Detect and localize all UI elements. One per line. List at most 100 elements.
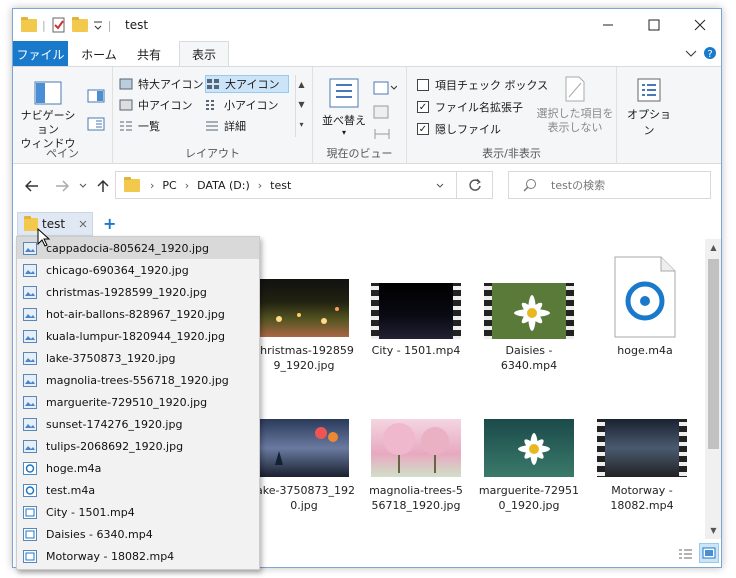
dropdown-item-label: marguerite-729510_1920.jpg — [46, 395, 208, 409]
navigation-pane-button[interactable]: ナビゲーション ウィンドウ — [17, 81, 79, 151]
maximize-icon — [648, 19, 660, 31]
layout-group: 特大アイコン 大アイコン 中アイコン 小アイコン 一覧 詳細 ▲ ▼ ▾ レイアウト — [113, 67, 313, 164]
tab-folder-icon — [24, 215, 38, 231]
large-icons-view-icon — [702, 547, 716, 559]
thumbnail-magnolia[interactable] — [371, 419, 461, 477]
item-checkboxes-checkbox[interactable] — [417, 79, 429, 91]
minimize-button[interactable] — [585, 9, 631, 41]
video-file-icon — [23, 505, 37, 519]
dropdown-item-label: City - 1501.mp4 — [46, 505, 135, 519]
item-checkboxes-toggle[interactable]: 項目チェック ボックス — [417, 77, 548, 93]
dropdown-file-item[interactable]: test.m4a — [17, 479, 259, 501]
dropdown-file-item[interactable]: christmas-1928599_1920.jpg — [17, 281, 259, 303]
dropdown-item-label: sunset-174276_1920.jpg — [46, 417, 183, 431]
size-columns-icon[interactable] — [373, 127, 397, 141]
vertical-scrollbar[interactable]: ▲ ▼ — [705, 239, 721, 539]
file-extensions-toggle[interactable]: ✓ ファイル名拡張子 — [417, 99, 523, 115]
collapse-ribbon-icon[interactable] — [685, 50, 697, 58]
add-columns-icon[interactable] — [373, 105, 397, 119]
image-file-icon — [23, 241, 37, 255]
group-by-icon[interactable] — [373, 81, 397, 95]
details-pane-icon[interactable] — [87, 117, 105, 131]
properties-icon[interactable] — [51, 17, 67, 33]
extra-large-icons-icon — [119, 78, 133, 90]
layout-large[interactable]: 大アイコン — [205, 75, 289, 93]
layout-list[interactable]: 一覧 — [119, 117, 205, 135]
address-bar[interactable]: › PC › DATA (D:) › test — [115, 171, 493, 199]
search-box[interactable]: testの検索 — [508, 171, 711, 199]
forward-arrow-icon[interactable] — [55, 180, 69, 192]
scroll-down-icon[interactable]: ▼ — [705, 526, 721, 535]
dropdown-file-item[interactable]: tulips-2068692_1920.jpg — [17, 435, 259, 457]
preview-pane-icon[interactable] — [87, 89, 105, 103]
recent-locations-icon[interactable] — [79, 183, 87, 189]
new-tab-button[interactable]: + — [103, 214, 116, 233]
back-arrow-icon[interactable] — [25, 180, 39, 192]
layout-small[interactable]: 小アイコン — [205, 96, 289, 114]
hide-selected-button[interactable]: 選択した項目を 表示しない — [535, 75, 615, 135]
file-extensions-checkbox[interactable]: ✓ — [417, 101, 429, 113]
address-dropdown-icon[interactable] — [436, 183, 444, 189]
dropdown-item-label: cappadocia-805624_1920.jpg — [46, 241, 210, 255]
layout-medium[interactable]: 中アイコン — [119, 96, 205, 114]
dropdown-file-item[interactable]: magnolia-trees-556718_1920.jpg — [17, 369, 259, 391]
title-bar: | | test — [13, 9, 721, 41]
options-button[interactable]: オプション — [623, 77, 675, 138]
tab-share[interactable]: 共有 — [129, 41, 169, 67]
thumbnail-daisies-video[interactable] — [484, 283, 574, 339]
pane-group-label: ペイン — [46, 147, 79, 160]
dropdown-file-item[interactable]: Motorway - 18082.mp4 — [17, 545, 259, 567]
hidden-items-toggle[interactable]: ✓ 隠しファイル — [417, 121, 501, 137]
large-icons-view-button[interactable] — [699, 543, 719, 563]
sort-by-button[interactable]: 並べ替え ▾ — [319, 77, 369, 137]
tab-file[interactable]: ファイル — [13, 41, 68, 67]
details-view-icon[interactable] — [677, 547, 693, 561]
breadcrumb-test[interactable]: test — [270, 179, 291, 192]
help-icon[interactable]: ? — [703, 46, 717, 60]
dropdown-file-item[interactable]: lake-3750873_1920.jpg — [17, 347, 259, 369]
new-folder-icon[interactable] — [71, 16, 88, 32]
thumbnail-city-video[interactable] — [371, 283, 461, 339]
dropdown-file-item[interactable]: kuala-lumpur-1820944_1920.jpg — [17, 325, 259, 347]
window-title: test — [125, 18, 149, 32]
daisy-flower-icon — [514, 295, 550, 331]
dropdown-file-item[interactable]: hoge.m4a — [17, 457, 259, 479]
tab-view[interactable]: 表示 — [179, 41, 229, 67]
video-file-icon — [23, 549, 37, 563]
dropdown-file-item[interactable]: Daisies - 6340.mp4 — [17, 523, 259, 545]
scrollbar-thumb[interactable] — [708, 259, 719, 449]
breadcrumb-pc[interactable]: PC — [162, 179, 176, 192]
layout-extra-large[interactable]: 特大アイコン — [119, 75, 205, 93]
refresh-button[interactable] — [456, 172, 492, 198]
thumbnail-marguerite[interactable] — [484, 419, 574, 477]
caption-city: City - 1501.mp4 — [371, 344, 461, 357]
layout-details[interactable]: 詳細 — [205, 117, 289, 135]
dropdown-file-item[interactable]: chicago-690364_1920.jpg — [17, 259, 259, 281]
close-button[interactable] — [677, 9, 721, 41]
hidden-items-checkbox[interactable]: ✓ — [417, 123, 429, 135]
caption-lake: lake-3750873_192 0.jpg — [253, 484, 355, 512]
up-arrow-icon[interactable] — [97, 179, 109, 193]
dropdown-file-item[interactable]: marguerite-729510_1920.jpg — [17, 391, 259, 413]
thumbnail-hoge-audio[interactable] — [611, 255, 679, 339]
folder-tab-test[interactable]: test — [17, 212, 93, 236]
large-icons-icon — [207, 79, 219, 89]
tab-file-list-dropdown: cappadocia-805624_1920.jpg chicago-690364… — [16, 236, 260, 570]
caption-magnolia: magnolia-trees-5 56718_1920.jpg — [369, 484, 463, 512]
thumbnail-christmas[interactable] — [259, 279, 349, 337]
dropdown-file-item[interactable]: City - 1501.mp4 — [17, 501, 259, 523]
dropdown-file-item[interactable]: cappadocia-805624_1920.jpg — [17, 237, 259, 259]
scroll-up-icon[interactable]: ▲ — [705, 243, 721, 252]
dropdown-file-item[interactable]: sunset-174276_1920.jpg — [17, 413, 259, 435]
thumbnail-motorway-video[interactable] — [597, 419, 687, 477]
tab-home[interactable]: ホーム — [75, 41, 123, 67]
breadcrumb-drive[interactable]: DATA (D:) — [197, 179, 250, 192]
thumbnail-lake[interactable] — [259, 419, 349, 477]
maximize-button[interactable] — [631, 9, 677, 41]
dropdown-file-item[interactable]: hot-air-ballons-828967_1920.jpg — [17, 303, 259, 325]
layout-scroll[interactable]: ▲ ▼ ▾ — [295, 75, 307, 137]
customize-qat-icon[interactable] — [93, 19, 103, 31]
tab-close-icon[interactable] — [79, 220, 87, 228]
sort-label: 並べ替え — [322, 114, 366, 127]
hide-selected-icon — [565, 76, 585, 102]
